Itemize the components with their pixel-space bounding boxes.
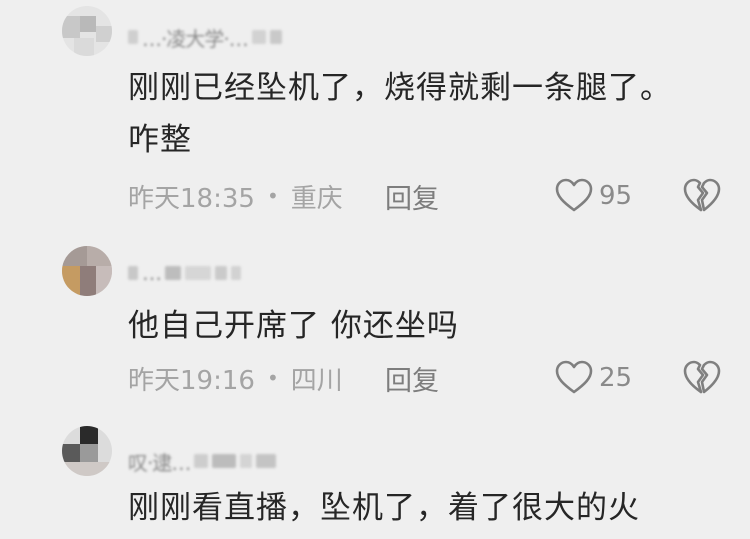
username[interactable]: 叹‧逮… <box>128 448 277 475</box>
heart-outline-icon <box>555 178 593 212</box>
comment-meta: 昨天18:35 • 重庆 <box>128 179 343 214</box>
comment-item: 叹‧逮… 刚刚看直播，坠机了，着了很大的火 <box>0 420 750 539</box>
comment-content: 他自己开席了 你还坐吗 <box>128 300 728 352</box>
comment-line: 刚刚看直播，坠机了，着了很大的火 <box>128 490 640 526</box>
username-text: …·凌大学·… <box>142 26 249 51</box>
reply-button[interactable]: 回复 <box>385 179 439 215</box>
comment-content: 刚刚已经坠机了，烧得就剩一条腿了。 咋整 <box>128 62 728 166</box>
comment-line: 他自己开席了 你还坐吗 <box>128 308 459 344</box>
comment-location: 重庆 <box>290 183 343 214</box>
like-button[interactable]: 25 <box>555 358 632 398</box>
meta-separator: • <box>266 366 279 390</box>
comment-line: 咋整 <box>128 122 192 158</box>
comment-location: 四川 <box>290 365 343 396</box>
comment-content: 刚刚看直播，坠机了，着了很大的火 <box>128 482 728 534</box>
heart-outline-icon <box>555 360 593 394</box>
like-count: 25 <box>599 363 633 393</box>
like-count: 95 <box>599 181 633 211</box>
comment-item: …·凌大学·… 刚刚已经坠机了，烧得就剩一条腿了。 咋整 昨天18:35 • 重… <box>0 0 750 225</box>
avatar[interactable] <box>62 6 112 56</box>
broken-heart-icon[interactable] <box>683 178 721 214</box>
comment-line: 刚刚已经坠机了，烧得就剩一条腿了。 <box>128 70 672 106</box>
avatar[interactable] <box>62 246 112 296</box>
comment-item: … 他自己开席了 你还坐吗 昨天19:16 • 四川 回复 25 <box>0 230 750 410</box>
avatar[interactable] <box>62 426 112 476</box>
reply-button[interactable]: 回复 <box>385 361 439 397</box>
comment-time: 昨天19:16 <box>128 365 255 396</box>
username-text: … <box>142 261 162 285</box>
broken-heart-icon[interactable] <box>683 360 721 396</box>
comment-meta: 昨天19:16 • 四川 <box>128 361 343 396</box>
username-text: 叹‧逮… <box>128 450 191 475</box>
like-button[interactable]: 95 <box>555 176 632 216</box>
meta-separator: • <box>266 184 279 208</box>
username[interactable]: … <box>128 260 241 286</box>
username[interactable]: …·凌大学·… <box>128 24 282 51</box>
comment-time: 昨天18:35 <box>128 183 255 214</box>
